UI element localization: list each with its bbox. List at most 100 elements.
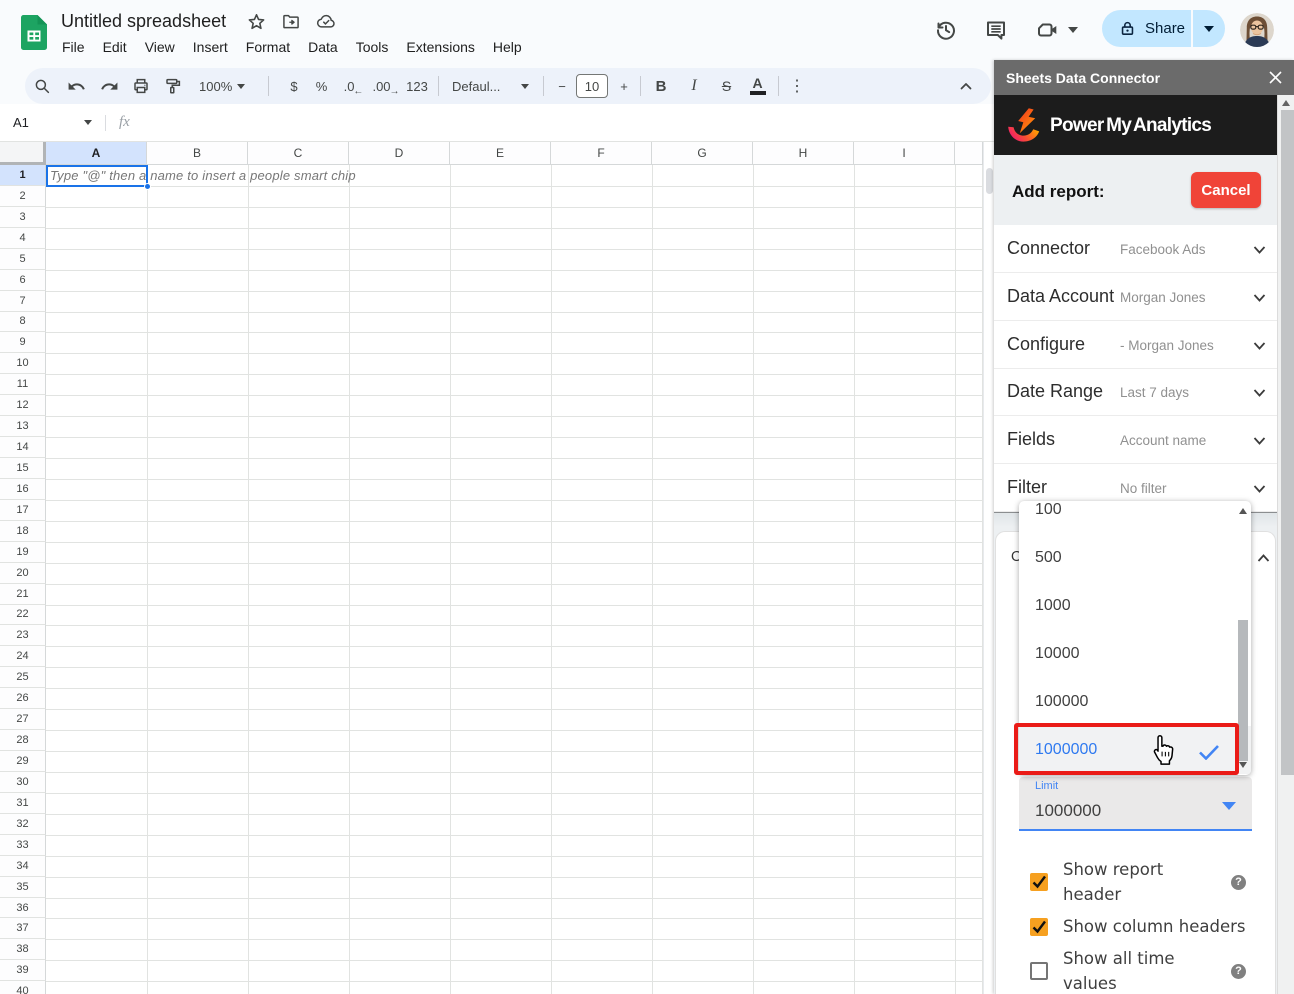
- menu-edit[interactable]: Edit: [94, 38, 136, 56]
- row-header-1[interactable]: 1: [0, 165, 46, 186]
- row-header-29[interactable]: 29: [0, 751, 46, 772]
- menu-data[interactable]: Data: [299, 38, 347, 56]
- options-collapse-chevron-icon[interactable]: [1257, 553, 1270, 563]
- row-header-33[interactable]: 33: [0, 834, 46, 856]
- row-header-13[interactable]: 13: [0, 416, 46, 438]
- font-size-value[interactable]: 10: [576, 74, 608, 98]
- dropdown-option-100000[interactable]: 100000: [1019, 678, 1251, 726]
- star-icon[interactable]: [246, 11, 266, 31]
- font-size-box[interactable]: 10: [576, 72, 608, 100]
- comment-icon[interactable]: [984, 18, 1008, 42]
- menu-tools[interactable]: Tools: [347, 38, 398, 56]
- row-header-4[interactable]: 4: [0, 227, 46, 249]
- row-header-30[interactable]: 30: [0, 771, 46, 793]
- col-header-I[interactable]: I: [854, 142, 955, 165]
- format-percent-button[interactable]: %: [306, 72, 337, 100]
- limit-select[interactable]: Limit 1000000: [1019, 777, 1252, 831]
- row-header-25[interactable]: 25: [0, 667, 46, 689]
- sidebar-scroll-up-icon[interactable]: [1282, 100, 1290, 106]
- row-header-6[interactable]: 6: [0, 269, 46, 291]
- sidebar-scroll-thumb[interactable]: [1280, 110, 1294, 775]
- selection-a1[interactable]: [46, 165, 148, 187]
- col-header-B[interactable]: B: [147, 142, 248, 165]
- format-currency-button[interactable]: $: [282, 72, 306, 100]
- checkbox-checked[interactable]: [1030, 873, 1048, 891]
- increase-font-size-button[interactable]: +: [614, 72, 634, 100]
- row-header-38[interactable]: 38: [0, 939, 46, 961]
- menu-format[interactable]: Format: [237, 38, 299, 56]
- redo-icon[interactable]: [94, 72, 125, 100]
- row-header-31[interactable]: 31: [0, 792, 46, 814]
- setting-row-data-account[interactable]: Data Account Morgan Jones: [994, 273, 1277, 321]
- search-icon[interactable]: [25, 72, 59, 100]
- row-header-11[interactable]: 11: [0, 374, 46, 396]
- menu-help[interactable]: Help: [484, 38, 531, 56]
- row-header-32[interactable]: 32: [0, 813, 46, 835]
- col-header-partial[interactable]: [955, 142, 983, 165]
- row-header-35[interactable]: 35: [0, 876, 46, 898]
- col-header-F[interactable]: F: [551, 142, 652, 165]
- chevron-down-icon[interactable]: [1253, 291, 1266, 304]
- grid-vertical-scrollbar[interactable]: [983, 142, 994, 994]
- selection-handle[interactable]: [144, 183, 151, 190]
- grid-scroll-thumb[interactable]: [986, 168, 993, 194]
- dropdown-option-500[interactable]: 500: [1019, 534, 1251, 582]
- row-header-3[interactable]: 3: [0, 206, 46, 228]
- chevron-down-icon[interactable]: [1253, 434, 1266, 447]
- help-icon[interactable]: ?: [1231, 963, 1246, 979]
- document-title[interactable]: Untitled spreadsheet: [61, 11, 226, 32]
- more-formats-button[interactable]: 123: [402, 72, 432, 100]
- italic-button[interactable]: I: [675, 72, 713, 100]
- row-header-37[interactable]: 37: [0, 918, 46, 940]
- dropdown-option-100[interactable]: 100: [1019, 501, 1251, 534]
- decrease-font-size-button[interactable]: −: [554, 72, 570, 100]
- row-header-24[interactable]: 24: [0, 646, 46, 668]
- row-header-9[interactable]: 9: [0, 332, 46, 354]
- col-header-A[interactable]: A: [46, 142, 147, 165]
- row-header-18[interactable]: 18: [0, 520, 46, 542]
- row-header-22[interactable]: 22: [0, 604, 46, 626]
- move-folder-icon[interactable]: [281, 11, 301, 31]
- row-header-23[interactable]: 23: [0, 625, 46, 647]
- collapse-toolbar-button[interactable]: [948, 68, 984, 104]
- more-options-button[interactable]: ⋮: [781, 72, 813, 100]
- dropdown-scrollbar[interactable]: [1237, 501, 1249, 775]
- checkbox-unchecked[interactable]: [1030, 962, 1048, 980]
- print-icon[interactable]: [125, 72, 156, 100]
- row-header-21[interactable]: 21: [0, 583, 46, 605]
- row-header-26[interactable]: 26: [0, 688, 46, 710]
- row-header-16[interactable]: 16: [0, 478, 46, 500]
- menu-file[interactable]: File: [53, 38, 94, 56]
- undo-icon[interactable]: [59, 72, 94, 100]
- cloud-status-icon[interactable]: [316, 11, 336, 31]
- col-header-E[interactable]: E: [450, 142, 551, 165]
- grid-corner[interactable]: [0, 142, 46, 165]
- chevron-down-icon[interactable]: [1253, 243, 1266, 256]
- row-header-34[interactable]: 34: [0, 855, 46, 877]
- row-header-5[interactable]: 5: [0, 248, 46, 270]
- dropdown-option-10000[interactable]: 10000: [1019, 630, 1251, 678]
- sidebar-scrollbar[interactable]: [1277, 95, 1294, 994]
- row-header-7[interactable]: 7: [0, 290, 46, 312]
- meet-camera-button[interactable]: [1036, 18, 1078, 42]
- font-select[interactable]: Defaul...: [445, 72, 533, 100]
- setting-row-configure[interactable]: Configure - Morgan Jones: [994, 321, 1277, 369]
- col-header-H[interactable]: H: [753, 142, 854, 165]
- dropdown-scroll-down-icon[interactable]: [1239, 762, 1247, 768]
- row-header-20[interactable]: 20: [0, 562, 46, 584]
- decrease-decimal-button[interactable]: .0 ←: [337, 72, 370, 100]
- row-header-36[interactable]: 36: [0, 897, 46, 919]
- col-header-G[interactable]: G: [652, 142, 753, 165]
- row-header-17[interactable]: 17: [0, 499, 46, 521]
- name-box[interactable]: A1: [0, 115, 92, 130]
- strikethrough-button[interactable]: S: [713, 72, 740, 100]
- row-header-40[interactable]: 40: [0, 981, 46, 994]
- chevron-down-icon[interactable]: [1253, 386, 1266, 399]
- bold-button[interactable]: B: [647, 72, 675, 100]
- avatar[interactable]: [1240, 13, 1274, 47]
- row-header-2[interactable]: 2: [0, 185, 46, 207]
- row-header-10[interactable]: 10: [0, 353, 46, 375]
- dropdown-option-1000[interactable]: 1000: [1019, 582, 1251, 630]
- sheets-logo-icon[interactable]: [21, 15, 47, 50]
- increase-decimal-button[interactable]: .00 →: [370, 72, 402, 100]
